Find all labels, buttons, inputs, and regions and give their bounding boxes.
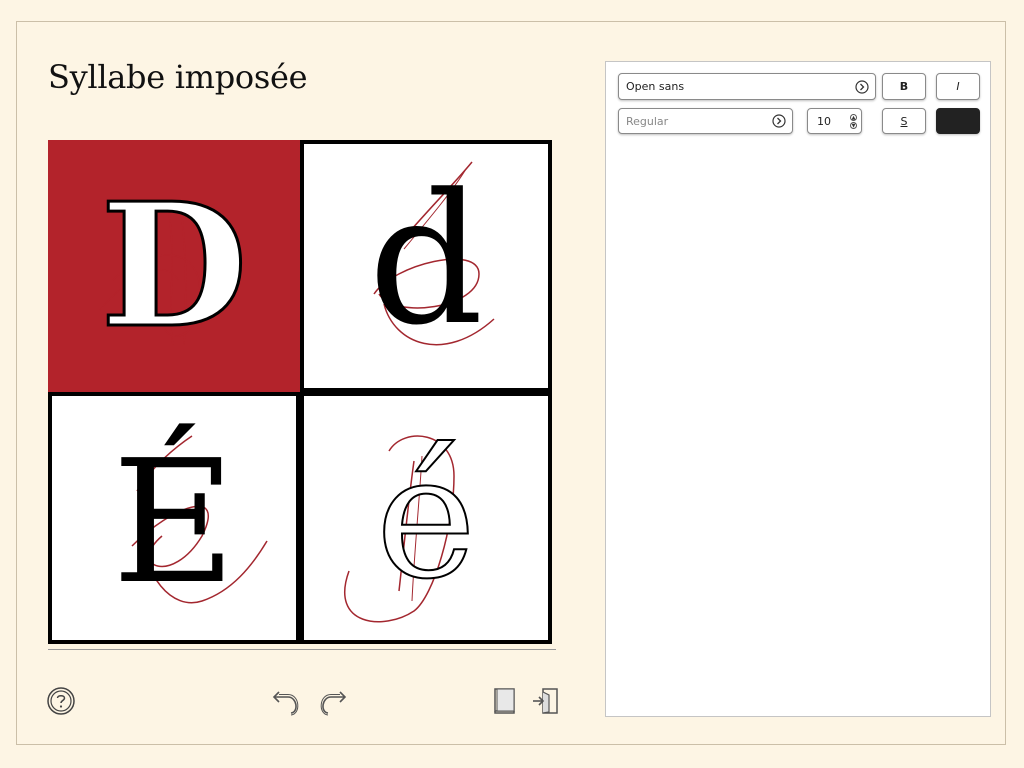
tile-4-drawing xyxy=(343,435,455,623)
tile-1-drawing xyxy=(99,201,201,346)
glyph-tile-1[interactable]: D xyxy=(48,140,300,392)
redo-button[interactable] xyxy=(318,686,348,716)
help-icon xyxy=(47,687,75,715)
tile-2-drawing xyxy=(373,161,495,346)
undo-icon xyxy=(272,691,299,716)
italic-label: I xyxy=(956,80,960,93)
chevron-right-circle-icon xyxy=(772,114,786,128)
font-weight-placeholder: Regular xyxy=(626,114,669,128)
page-title: Syllabe imposée xyxy=(48,58,308,96)
stepper-up-icon[interactable]: ▲ xyxy=(850,113,857,121)
stepper-arrows[interactable]: ▲ ▼ xyxy=(850,113,857,129)
strike-label: S xyxy=(900,114,908,128)
exit-button[interactable] xyxy=(531,686,561,716)
help-button[interactable] xyxy=(46,686,76,716)
book-icon xyxy=(494,688,515,714)
glyph-tile-3[interactable]: É xyxy=(48,392,300,644)
glyph-tile-4[interactable]: é xyxy=(300,392,552,644)
font-family-value: Open sans xyxy=(626,80,685,93)
glyph-tile-2[interactable]: d xyxy=(300,140,552,392)
grid-baseline xyxy=(48,649,556,650)
stepper-down-icon[interactable]: ▼ xyxy=(850,121,857,129)
exit-icon xyxy=(533,688,558,714)
guide-button[interactable] xyxy=(490,686,520,716)
font-size-stepper[interactable]: 10 ▲ ▼ xyxy=(807,108,862,134)
redo-icon xyxy=(320,691,347,716)
bold-button[interactable]: B xyxy=(882,73,926,100)
style-panel: Open sans B I Regular 10 ▲ ▼ S xyxy=(605,61,991,717)
strikethrough-button[interactable]: S xyxy=(882,108,926,134)
undo-button[interactable] xyxy=(271,686,301,716)
italic-button[interactable]: I xyxy=(936,73,980,100)
font-family-select[interactable]: Open sans xyxy=(618,73,876,100)
font-size-value: 10 xyxy=(817,114,831,128)
chevron-right-circle-icon xyxy=(855,79,869,94)
tile-3-drawing xyxy=(131,435,268,604)
font-weight-select[interactable]: Regular xyxy=(618,108,793,134)
bold-label: B xyxy=(899,80,909,93)
color-swatch-button[interactable] xyxy=(936,108,980,134)
glyph-grid: D d É é xyxy=(48,140,556,648)
